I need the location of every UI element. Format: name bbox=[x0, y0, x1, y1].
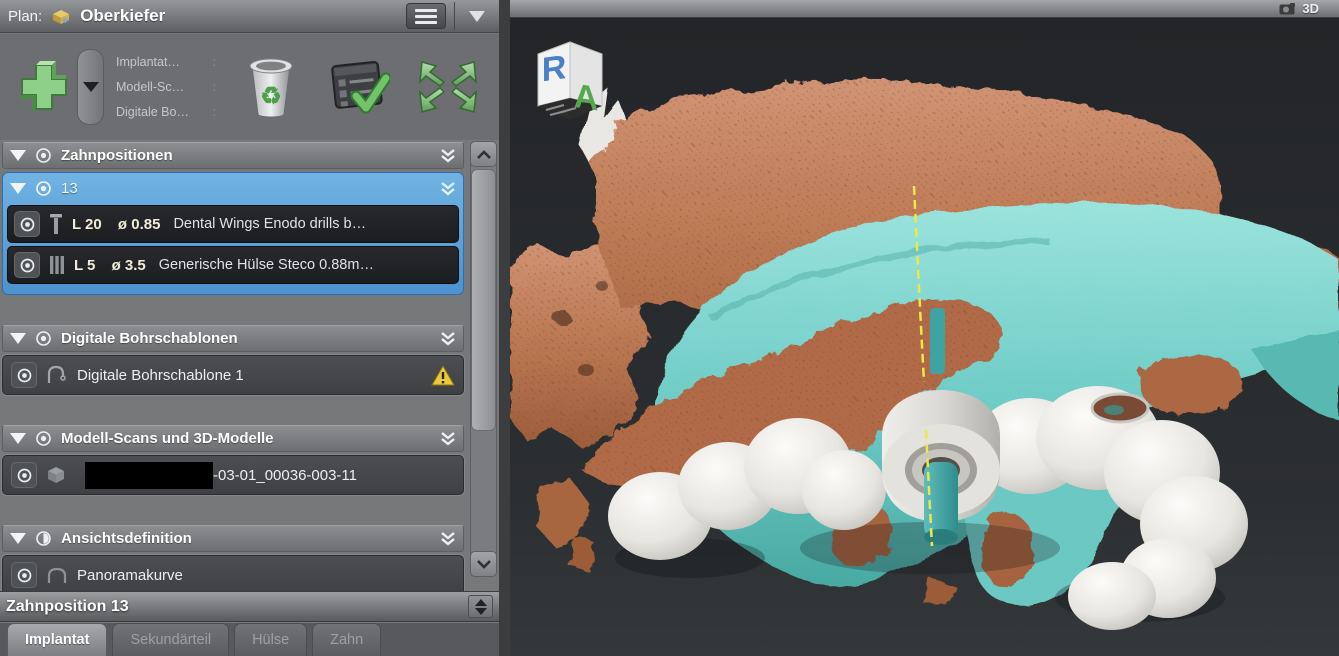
expand-triangle-icon[interactable] bbox=[10, 433, 26, 444]
expand-triangle-icon[interactable] bbox=[10, 533, 26, 544]
panorama-arch-icon bbox=[46, 566, 68, 584]
caret-down-icon bbox=[83, 82, 99, 92]
drill-diameter: ø 0.85 bbox=[118, 216, 161, 233]
visibility-radio-icon[interactable] bbox=[35, 430, 52, 447]
tooth-position-group-13: 13 bbox=[2, 172, 464, 295]
scroll-down-button[interactable] bbox=[470, 551, 497, 577]
visibility-radio-icon[interactable] bbox=[14, 211, 40, 237]
sleeve-diameter: ø 3.5 bbox=[112, 257, 146, 274]
sleeve-item[interactable]: L 5 ø 3.5 Generische Hülse Steco 0.88m… bbox=[7, 246, 459, 284]
verify-tasks-button[interactable] bbox=[326, 56, 390, 118]
model-scan-item[interactable]: -03-01_00036-003-11 bbox=[2, 455, 464, 495]
svg-text:♻: ♻ bbox=[260, 83, 282, 110]
drill-length: L 20 bbox=[72, 216, 102, 233]
add-menu-labels: Implantat… : Modell-Sc… : Digitale Bo… : bbox=[116, 50, 216, 125]
tooth-position-label: 13 bbox=[61, 180, 78, 197]
add-menu-item[interactable]: Implantat… : bbox=[116, 50, 216, 75]
chevron-up-icon bbox=[477, 150, 491, 159]
plan-toolbar: Implantat… : Modell-Sc… : Digitale Bo… : bbox=[0, 34, 499, 140]
drill-cylinder-top bbox=[930, 308, 945, 374]
expand-triangle-icon[interactable] bbox=[10, 183, 26, 194]
sleeve-bars-icon bbox=[49, 254, 65, 276]
collapse-all-icon[interactable] bbox=[440, 431, 456, 446]
visibility-radio-icon[interactable] bbox=[35, 180, 52, 197]
caret-down-icon bbox=[469, 11, 485, 22]
visibility-radio-icon[interactable] bbox=[11, 362, 37, 388]
spinner-down-icon bbox=[475, 608, 487, 615]
section-header-modell-scans[interactable]: Modell-Scans und 3D-Modelle bbox=[2, 425, 464, 452]
chevron-down-icon bbox=[477, 560, 491, 569]
sleeve-length: L 5 bbox=[74, 257, 95, 274]
tab-huelse[interactable]: Hülse bbox=[234, 623, 307, 656]
section-header-ansichtsdefinition[interactable]: Ansichtsdefinition bbox=[2, 525, 464, 552]
selector-label: Zahnposition 13 bbox=[6, 598, 129, 616]
visibility-radio-icon[interactable] bbox=[35, 330, 52, 347]
drill-template-label: Digitale Bohrschablone 1 bbox=[77, 367, 244, 384]
add-menu-item[interactable]: Digitale Bo… : bbox=[116, 100, 216, 125]
add-object-dropdown[interactable] bbox=[77, 49, 104, 125]
3d-viewport[interactable]: 3D bbox=[510, 0, 1339, 656]
panel-collapse-button[interactable] bbox=[463, 3, 491, 29]
3d-scene[interactable]: R A bbox=[510, 18, 1339, 656]
tab-zahn[interactable]: Zahn bbox=[312, 623, 381, 656]
tooth-position-13-header[interactable]: 13 bbox=[3, 173, 463, 203]
drill-bit-icon bbox=[49, 213, 63, 235]
tree-scrollbar bbox=[468, 141, 499, 577]
contrast-circle-icon[interactable] bbox=[35, 530, 52, 547]
model-scan-label: -03-01_00036-003-11 bbox=[213, 467, 357, 484]
add-object-button[interactable] bbox=[16, 53, 72, 121]
collapse-all-icon[interactable] bbox=[440, 531, 456, 546]
plan-box-icon bbox=[50, 7, 72, 25]
application-window: Plan: Oberkiefer bbox=[0, 0, 1339, 656]
delete-trash-button[interactable]: ♻ bbox=[242, 52, 300, 122]
scrollbar-thumb[interactable] bbox=[471, 169, 496, 431]
collapse-all-icon[interactable] bbox=[440, 181, 456, 196]
cube-letter-right: R bbox=[542, 48, 567, 89]
viewport-header: 3D bbox=[510, 0, 1339, 18]
plan-sidebar: Plan: Oberkiefer bbox=[0, 0, 499, 656]
cube-letter-anterior: A bbox=[574, 77, 599, 118]
cube-icon bbox=[46, 465, 66, 485]
visibility-radio-icon[interactable] bbox=[11, 462, 37, 488]
expand-triangle-icon[interactable] bbox=[10, 150, 26, 161]
collapse-all-icon[interactable] bbox=[440, 148, 456, 163]
drill-template-item[interactable]: Digitale Bohrschablone 1 bbox=[2, 355, 464, 395]
plan-titlebar: Plan: Oberkiefer bbox=[0, 0, 499, 33]
tab-implantat[interactable]: Implantat bbox=[7, 623, 107, 656]
drill-item[interactable]: L 20 ø 0.85 Dental Wings Enodo drills b… bbox=[7, 205, 459, 243]
plan-label: Plan: bbox=[8, 8, 42, 25]
sleeve-description: Generische Hülse Steco 0.88m… bbox=[159, 257, 374, 273]
panel-menu-button[interactable] bbox=[406, 3, 446, 29]
arch-curve-icon bbox=[46, 365, 68, 385]
panorama-curve-item[interactable]: Panoramakurve bbox=[2, 555, 464, 591]
warning-icon bbox=[431, 365, 455, 386]
plan-name: Oberkiefer bbox=[80, 6, 165, 26]
visibility-radio-icon[interactable] bbox=[14, 252, 40, 278]
tab-sekundaerteil[interactable]: Sekundärteil bbox=[112, 623, 229, 656]
drill-description: Dental Wings Enodo drills b… bbox=[173, 216, 366, 232]
camera-icon bbox=[1279, 3, 1297, 15]
detail-tabs: Implantat Sekundärteil Hülse Zahn bbox=[0, 623, 499, 656]
spinner-up-icon bbox=[475, 599, 487, 606]
visibility-radio-icon[interactable] bbox=[35, 147, 52, 164]
collapse-all-icon[interactable] bbox=[440, 331, 456, 346]
titlebar-divider bbox=[454, 2, 455, 30]
view-mode-label: 3D bbox=[1302, 1, 1319, 16]
visibility-radio-icon[interactable] bbox=[11, 562, 37, 588]
object-tree: Zahnpositionen 13 bbox=[0, 140, 468, 591]
selector-spinner[interactable] bbox=[468, 595, 493, 618]
scroll-up-button[interactable] bbox=[470, 141, 497, 167]
expand-triangle-icon[interactable] bbox=[10, 333, 26, 344]
orientation-cube[interactable]: R A bbox=[538, 42, 602, 120]
panorama-curve-label: Panoramakurve bbox=[77, 567, 183, 584]
section-header-bohrschablonen[interactable]: Digitale Bohrschablonen bbox=[2, 325, 464, 352]
redacted-patient-id bbox=[85, 462, 213, 489]
panel-divider[interactable] bbox=[499, 0, 510, 656]
transform-move-button[interactable] bbox=[416, 58, 480, 116]
add-menu-item[interactable]: Modell-Sc… : bbox=[116, 75, 216, 100]
tooth-position-selector[interactable]: Zahnposition 13 bbox=[0, 591, 499, 622]
section-header-zahnpositionen[interactable]: Zahnpositionen bbox=[2, 142, 464, 169]
